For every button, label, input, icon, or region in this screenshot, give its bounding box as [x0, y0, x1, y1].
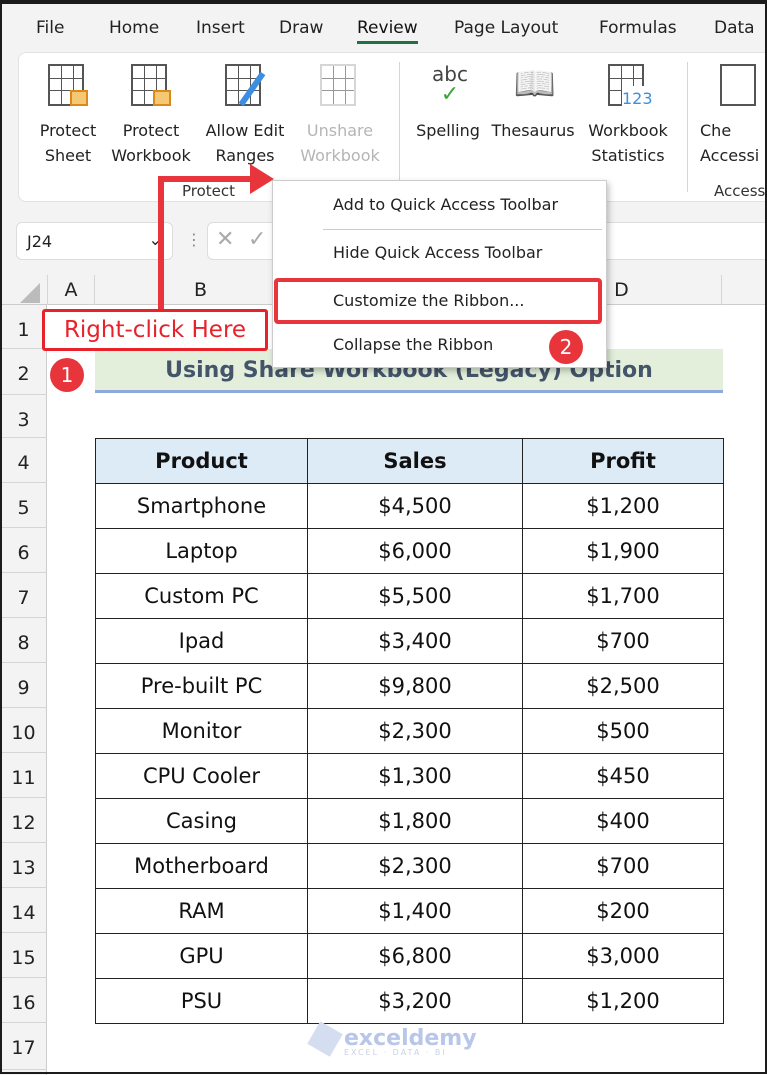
window-frame: [0, 0, 767, 1074]
